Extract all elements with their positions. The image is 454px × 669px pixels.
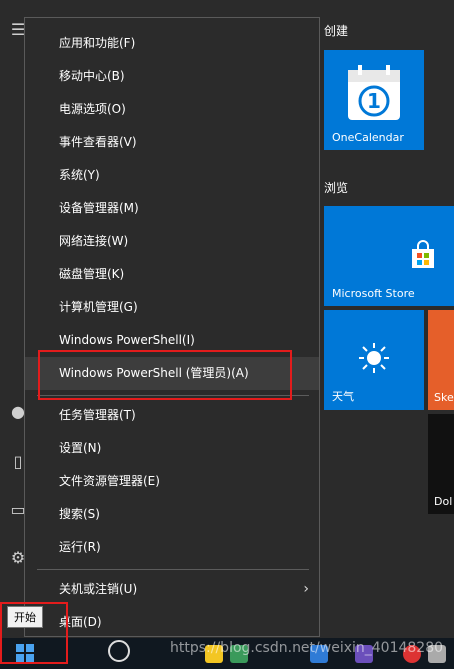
winx-context-menu: 应用和功能(F) 移动中心(B) 电源选项(O) 事件查看器(V) 系统(Y) … <box>24 17 320 637</box>
menu-separator <box>37 569 309 570</box>
tile-onecalendar-label: OneCalendar <box>332 131 404 144</box>
watermark-text: https://blog.csdn.net/weixin_40148280 <box>170 640 444 656</box>
menu-item-label: 计算机管理(G) <box>59 300 138 314</box>
tile-sketch[interactable]: Ske <box>428 310 454 410</box>
menu-item-label: 网络连接(W) <box>59 234 129 248</box>
calendar-icon: 1 <box>348 65 400 120</box>
chevron-right-icon: › <box>303 581 309 597</box>
menu-item-power-options[interactable]: 电源选项(O) <box>25 93 319 126</box>
menu-item-label: 设置(N) <box>59 441 102 455</box>
menu-item-event-viewer[interactable]: 事件查看器(V) <box>25 126 319 159</box>
sun-icon <box>359 343 389 373</box>
tile-group-create: 创建 <box>324 24 349 38</box>
tile-dolby[interactable]: Dol <box>428 414 454 514</box>
menu-item-system[interactable]: 系统(Y) <box>25 159 319 192</box>
menu-item-label: 搜索(S) <box>59 507 100 521</box>
menu-item-label: 设备管理器(M) <box>59 201 139 215</box>
menu-item-label: 文件资源管理器(E) <box>59 474 160 488</box>
menu-item-mobility-center[interactable]: 移动中心(B) <box>25 60 319 93</box>
menu-item-label: 磁盘管理(K) <box>59 267 125 281</box>
highlight-box-powershell-admin <box>38 350 292 400</box>
menu-item-settings[interactable]: 设置(N) <box>25 432 319 465</box>
menu-item-label: 电源选项(O) <box>59 102 126 116</box>
tile-microsoft-store[interactable]: Microsoft Store <box>324 206 454 306</box>
tile-group-browse: 浏览 <box>324 181 349 195</box>
menu-item-device-manager[interactable]: 设备管理器(M) <box>25 192 319 225</box>
menu-item-label: 移动中心(B) <box>59 69 125 83</box>
tile-dolby-label: Dol <box>434 495 453 508</box>
start-tooltip: 开始 <box>7 606 43 628</box>
menu-item-run[interactable]: 运行(R) <box>25 531 319 564</box>
menu-item-label: 任务管理器(T) <box>59 408 136 422</box>
menu-item-disk-management[interactable]: 磁盘管理(K) <box>25 258 319 291</box>
menu-item-label: 关机或注销(U) <box>59 582 138 596</box>
menu-item-apps-features[interactable]: 应用和功能(F) <box>25 27 319 60</box>
tile-onecalendar[interactable]: 1 OneCalendar <box>324 50 424 150</box>
menu-item-file-explorer[interactable]: 文件资源管理器(E) <box>25 465 319 498</box>
tiles-area: 创建 1 OneCalendar 浏览 Microsoft Store 天气 S… <box>320 0 454 638</box>
tile-weather-label: 天气 <box>332 390 354 403</box>
menu-item-desktop[interactable]: 桌面(D) <box>25 606 319 639</box>
menu-item-label: 事件查看器(V) <box>59 135 137 149</box>
tile-weather[interactable]: 天气 <box>324 310 424 410</box>
store-bag-icon <box>412 240 434 268</box>
menu-item-label: 运行(R) <box>59 540 101 554</box>
cortana-circle-icon[interactable] <box>108 640 130 662</box>
menu-item-shutdown-signout[interactable]: 关机或注销(U) › <box>25 573 319 606</box>
menu-item-task-manager[interactable]: 任务管理器(T) <box>25 399 319 432</box>
menu-item-label: 系统(Y) <box>59 168 100 182</box>
svg-text:1: 1 <box>367 89 381 113</box>
menu-item-computer-management[interactable]: 计算机管理(G) <box>25 291 319 324</box>
tile-microsoft-store-label: Microsoft Store <box>332 287 415 300</box>
tile-sketch-label: Ske <box>434 391 454 404</box>
menu-item-network-connections[interactable]: 网络连接(W) <box>25 225 319 258</box>
menu-item-label: 应用和功能(F) <box>59 36 136 50</box>
menu-item-search[interactable]: 搜索(S) <box>25 498 319 531</box>
